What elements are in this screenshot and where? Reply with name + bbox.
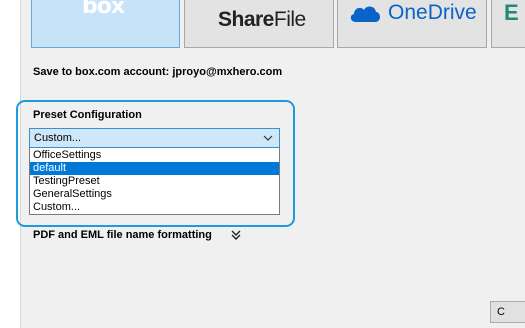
cloud-icon [350,6,380,22]
chevron-down-icon [263,135,273,141]
egnyte-tile[interactable]: E [491,0,525,48]
option-default[interactable]: default [30,162,279,175]
preset-configuration-label: Preset Configuration [33,109,142,121]
option-officesettings[interactable]: OfficeSettings [30,149,279,162]
onedrive-logo: OneDrive [388,1,477,24]
account-label: Save to box.com account: jproyo@mxhero.c… [33,66,283,78]
egnyte-logo: E [504,0,519,25]
preset-dropdown[interactable]: Custom... [29,128,280,148]
option-testingpreset[interactable]: TestingPreset [30,175,279,188]
option-custom[interactable]: Custom... [30,201,279,214]
preset-options-list: OfficeSettings default TestingPreset Gen… [29,148,280,215]
sharefile-tile[interactable]: ShareFile [184,0,334,48]
onedrive-tile[interactable]: OneDrive [337,0,487,48]
sharefile-logo: ShareFile [218,8,306,31]
box-tile[interactable]: box [31,0,180,48]
double-chevron-down-icon[interactable] [231,229,241,241]
pdf-eml-formatting-label: PDF and EML file name formatting [33,229,212,241]
box-logo: box [82,0,125,19]
option-generalsettings[interactable]: GeneralSettings [30,188,279,201]
preset-selected-value: Custom... [34,132,82,144]
footer-button[interactable]: C [490,301,525,323]
